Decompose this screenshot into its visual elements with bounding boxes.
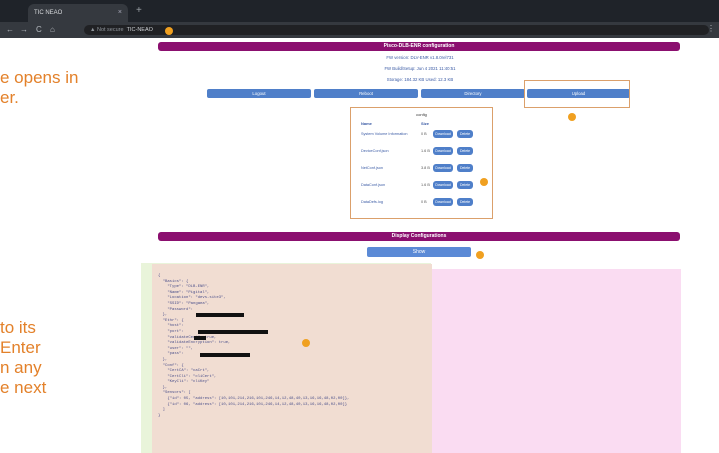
slide-text-line: n any — [0, 358, 42, 377]
redaction-bar — [198, 330, 268, 334]
reload-icon[interactable]: C — [36, 24, 42, 36]
logout-button[interactable]: Logout — [207, 89, 311, 98]
redaction-bar — [200, 353, 250, 357]
slide-text-line: Enter — [0, 338, 41, 357]
file-size: 0 B — [421, 200, 427, 204]
table-row: DeviceConf.json 1.6 B Download Delete — [351, 147, 492, 157]
download-button[interactable]: Download — [433, 147, 453, 155]
delete-button[interactable]: Delete — [457, 198, 473, 206]
not-secure-label: ▲ Not secure — [90, 27, 124, 33]
output-highlight-area — [431, 269, 681, 453]
table-row: DataConf.json 1.6 B Download Delete — [351, 181, 492, 191]
redaction-bar — [196, 313, 244, 317]
slide-text-line: e opens in — [0, 68, 79, 87]
delete-button[interactable]: Delete — [457, 181, 473, 189]
annotation-dot — [568, 113, 576, 121]
page-title: Pisco-DLB-ENR configuration — [158, 42, 680, 51]
delete-button[interactable]: Delete — [457, 147, 473, 155]
annotation-dot — [480, 178, 488, 186]
annotation-dot — [476, 251, 484, 259]
browser-tab[interactable]: TIC NEAO × — [28, 4, 128, 22]
new-tab-icon[interactable]: + — [136, 4, 142, 18]
col-size-header: Size — [421, 121, 430, 126]
download-button[interactable]: Download — [433, 198, 453, 206]
download-button[interactable]: Download — [433, 181, 453, 189]
delete-button[interactable]: Delete — [457, 164, 473, 172]
file-name[interactable]: DeviceConf.json — [361, 149, 389, 153]
browser-menu-icon[interactable]: ⋮ — [707, 24, 715, 33]
directory-button[interactable]: Directory — [421, 89, 525, 98]
fw-build-text: FW Build/Setup: Jun 4 2021 11:40:51 — [384, 66, 456, 71]
reboot-button[interactable]: Reboot — [314, 89, 418, 98]
config-panel: config Name Size System Volume Informati… — [350, 107, 493, 219]
download-button[interactable]: Download — [433, 164, 453, 172]
slide-text-line: to its — [0, 318, 36, 337]
show-button[interactable]: Show — [367, 247, 471, 257]
file-name[interactable]: DataConf.json — [361, 183, 385, 187]
address-bar[interactable]: ▲ Not secure TIC-NEAO — [84, 25, 709, 35]
slide-text-line: er. — [0, 88, 19, 107]
file-size: 0 B — [421, 132, 427, 136]
delete-button[interactable]: Delete — [457, 130, 473, 138]
tab-close-icon[interactable]: × — [118, 4, 122, 22]
fw-version-text: FW version: DLV-ENR v1.8.0rel731 — [386, 55, 454, 60]
table-row: NetConf.json 3.8 B Download Delete — [351, 164, 492, 174]
tab-title: TIC NEAO — [34, 10, 63, 16]
upload-highlight-box — [524, 80, 630, 108]
config-title: config — [416, 112, 427, 117]
table-row: System Volume Information 0 B Download D… — [351, 130, 492, 140]
browser-tab-bar: TIC NEAO × + — [0, 0, 719, 22]
annotation-dot — [165, 27, 173, 35]
col-name-header: Name — [361, 121, 372, 126]
file-size: 3.8 B — [421, 166, 430, 170]
download-button[interactable]: Download — [433, 130, 453, 138]
file-name[interactable]: NetConf.json — [361, 166, 383, 170]
slide-text-line: e next — [0, 378, 47, 397]
file-size: 1.6 B — [421, 183, 430, 187]
json-config-text: { "Basics": { "Type": "DLB-ENR", "Name":… — [158, 274, 428, 419]
url-text: TIC-NEAO — [126, 27, 153, 33]
redaction-bar — [194, 336, 206, 340]
file-name[interactable]: DataDefs.log — [361, 200, 383, 204]
file-size: 1.6 B — [421, 149, 430, 153]
browser-toolbar: ← → C ⌂ ▲ Not secure TIC-NEAO ⋮ — [0, 22, 719, 38]
back-icon[interactable]: ← — [6, 24, 14, 36]
annotation-dot — [302, 339, 310, 347]
table-row: DataDefs.log 0 B Download Delete — [351, 198, 492, 208]
display-config-title: Display Configurations — [158, 232, 680, 241]
forward-icon[interactable]: → — [20, 24, 28, 36]
file-name[interactable]: System Volume Information — [361, 132, 407, 136]
home-icon[interactable]: ⌂ — [50, 24, 55, 36]
json-line: } — [158, 413, 161, 418]
